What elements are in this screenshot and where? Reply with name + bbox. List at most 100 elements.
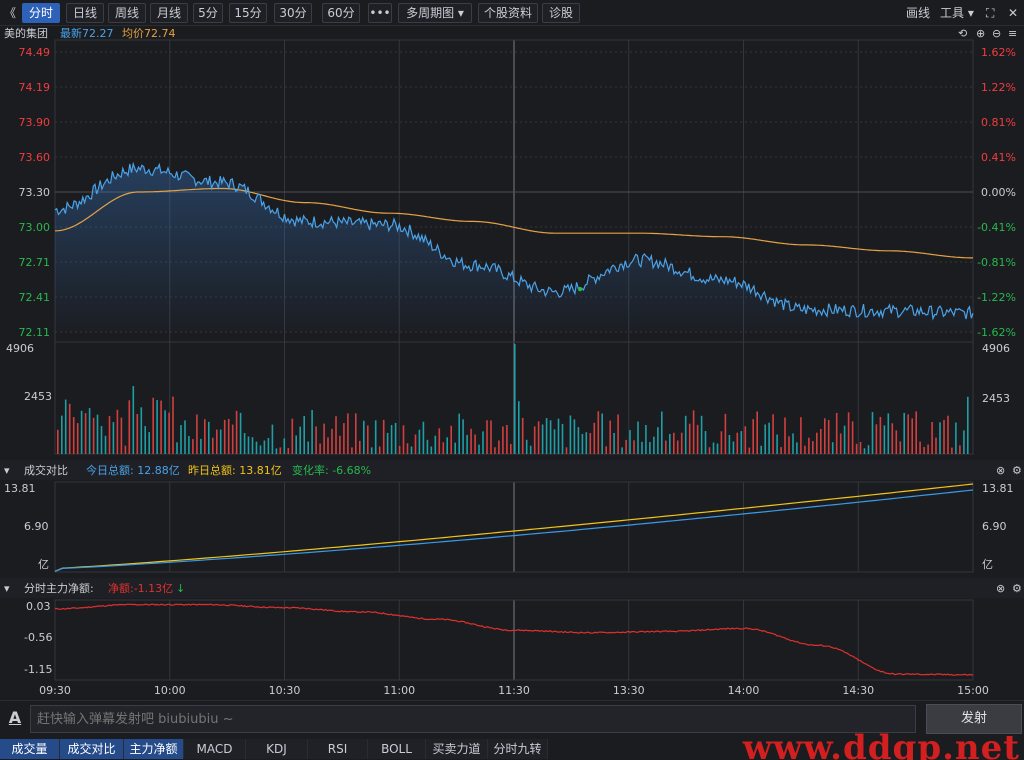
price-tick-right: 1.62% (981, 46, 1016, 59)
tab-nine-turn[interactable]: 分时九转 (488, 739, 548, 759)
tab-weekly[interactable]: 周线 (108, 3, 146, 23)
draw-line-button[interactable]: 画线 (906, 3, 930, 23)
volume-bar (780, 447, 782, 454)
font-style-icon[interactable]: A (6, 709, 24, 729)
volume-bar (498, 440, 500, 454)
volume-bar (355, 413, 357, 454)
volume-bar (518, 401, 520, 454)
undo-icon[interactable]: ⟲ (958, 27, 967, 40)
intraday-chart: 美的集团 最新72.27 均价72.74 ⟲ ⊕ ⊖ ≡ 74.4974.197… (0, 26, 1024, 700)
volume-bar (549, 420, 552, 454)
volume-bar (684, 415, 687, 454)
tab-kdj[interactable]: KDJ (246, 739, 308, 759)
tab-volume[interactable]: 成交量 (0, 739, 60, 759)
turnover-unit-left: 亿 (38, 558, 49, 571)
tab-daily[interactable]: 日线 (66, 3, 104, 23)
volume-bar (291, 418, 294, 454)
volume-bar (688, 423, 691, 454)
time-tick: 09:30 (39, 684, 71, 697)
volume-bar (585, 432, 588, 454)
volume-bar (812, 441, 814, 454)
zoom-in-icon[interactable]: ⊕ (976, 27, 985, 40)
volume-bar (172, 396, 174, 454)
turnover-change: 变化率: -6.68% (292, 463, 371, 477)
volume-bar (486, 420, 488, 454)
price-tick-left: 74.19 (19, 81, 51, 94)
chart-background (0, 26, 1024, 700)
tools-dropdown[interactable]: 工具 ▾ (940, 3, 974, 23)
volume-bar (847, 412, 850, 454)
price-tick-right: -0.41% (977, 221, 1016, 234)
volume-bar (891, 423, 894, 454)
volume-bar (541, 424, 544, 454)
tab-60min[interactable]: 60分 (322, 3, 360, 23)
diagnose-button[interactable]: 诊股 (542, 3, 580, 23)
tab-main-netflow[interactable]: 主力净额 (124, 739, 184, 759)
volume-bar (239, 412, 242, 454)
volume-bar (955, 422, 957, 454)
volume-bar (808, 437, 810, 454)
volume-bar (621, 447, 623, 454)
volume-bar (835, 413, 838, 454)
tab-5min[interactable]: 5分 (193, 3, 223, 23)
volume-bar (406, 443, 409, 454)
tab-macd[interactable]: MACD (184, 739, 246, 759)
volume-bar (943, 419, 945, 454)
panel-close-icon[interactable]: ⊗ (996, 464, 1005, 477)
netflow-value: 净额:-1.13亿 (108, 581, 173, 595)
volume-bar (347, 413, 349, 454)
volume-bar (100, 426, 103, 454)
turnover-axis-mid-left: 6.90 (24, 520, 49, 533)
tab-turnover-compare[interactable]: 成交对比 (60, 739, 124, 759)
collapse-icon-2[interactable]: ▾ (4, 582, 10, 595)
volume-bar (589, 433, 592, 454)
tab-30min[interactable]: 30分 (274, 3, 312, 23)
panel-settings-icon[interactable]: ⚙ (1012, 464, 1022, 477)
volume-bar (363, 420, 365, 454)
turnover-axis-top-left: 13.81 (4, 482, 36, 495)
volume-bar (212, 437, 214, 454)
volume-bar (883, 425, 886, 454)
tab-boll[interactable]: BOLL (368, 739, 426, 759)
volume-bar (788, 436, 790, 454)
panel-settings-icon-2[interactable]: ⚙ (1012, 582, 1022, 595)
tab-monthly[interactable]: 月线 (150, 3, 188, 23)
volume-bar (919, 441, 921, 454)
volume-bar (414, 434, 417, 454)
panel-close-icon-2[interactable]: ⊗ (996, 582, 1005, 595)
volume-bar (247, 436, 250, 454)
volume-bar (899, 441, 902, 454)
volume-bar (168, 412, 170, 454)
volume-bar (831, 442, 834, 454)
time-tick: 10:00 (154, 684, 186, 697)
volume-bar (533, 426, 536, 454)
volume-bar (132, 386, 135, 454)
volume-bar (152, 397, 154, 454)
volume-bar (478, 444, 480, 454)
volume-bar (426, 439, 429, 454)
more-button[interactable]: ••• (368, 3, 392, 23)
zoom-out-icon[interactable]: ⊖ (992, 27, 1001, 40)
stock-info-button[interactable]: 个股资料 (478, 3, 538, 23)
close-icon[interactable]: ✕ (1008, 3, 1018, 23)
expand-icon[interactable]: ⛶ (986, 3, 994, 23)
volume-bar (196, 414, 198, 454)
tab-15min[interactable]: 15分 (229, 3, 267, 23)
avg-price-label: 均价72.74 (122, 27, 176, 40)
volume-bar (359, 440, 361, 454)
volume-bar (895, 430, 898, 454)
collapse-icon[interactable]: ▾ (4, 464, 10, 477)
volume-bar (227, 418, 230, 454)
price-tick-right: 1.22% (981, 81, 1016, 94)
volume-bar (116, 409, 119, 454)
menu-icon[interactable]: ≡ (1008, 27, 1017, 40)
price-marker (577, 286, 583, 292)
tab-rsi[interactable]: RSI (308, 739, 368, 759)
volume-bar (144, 426, 146, 454)
back-icon[interactable]: 《 (4, 3, 16, 23)
multi-period-dropdown[interactable]: 多周期图 ▾ (398, 3, 472, 23)
volume-bar (871, 412, 874, 454)
volume-bar (879, 416, 882, 454)
tab-intraday[interactable]: 分时 (22, 3, 60, 23)
tab-buy-sell-force[interactable]: 买卖力道 (426, 739, 488, 759)
